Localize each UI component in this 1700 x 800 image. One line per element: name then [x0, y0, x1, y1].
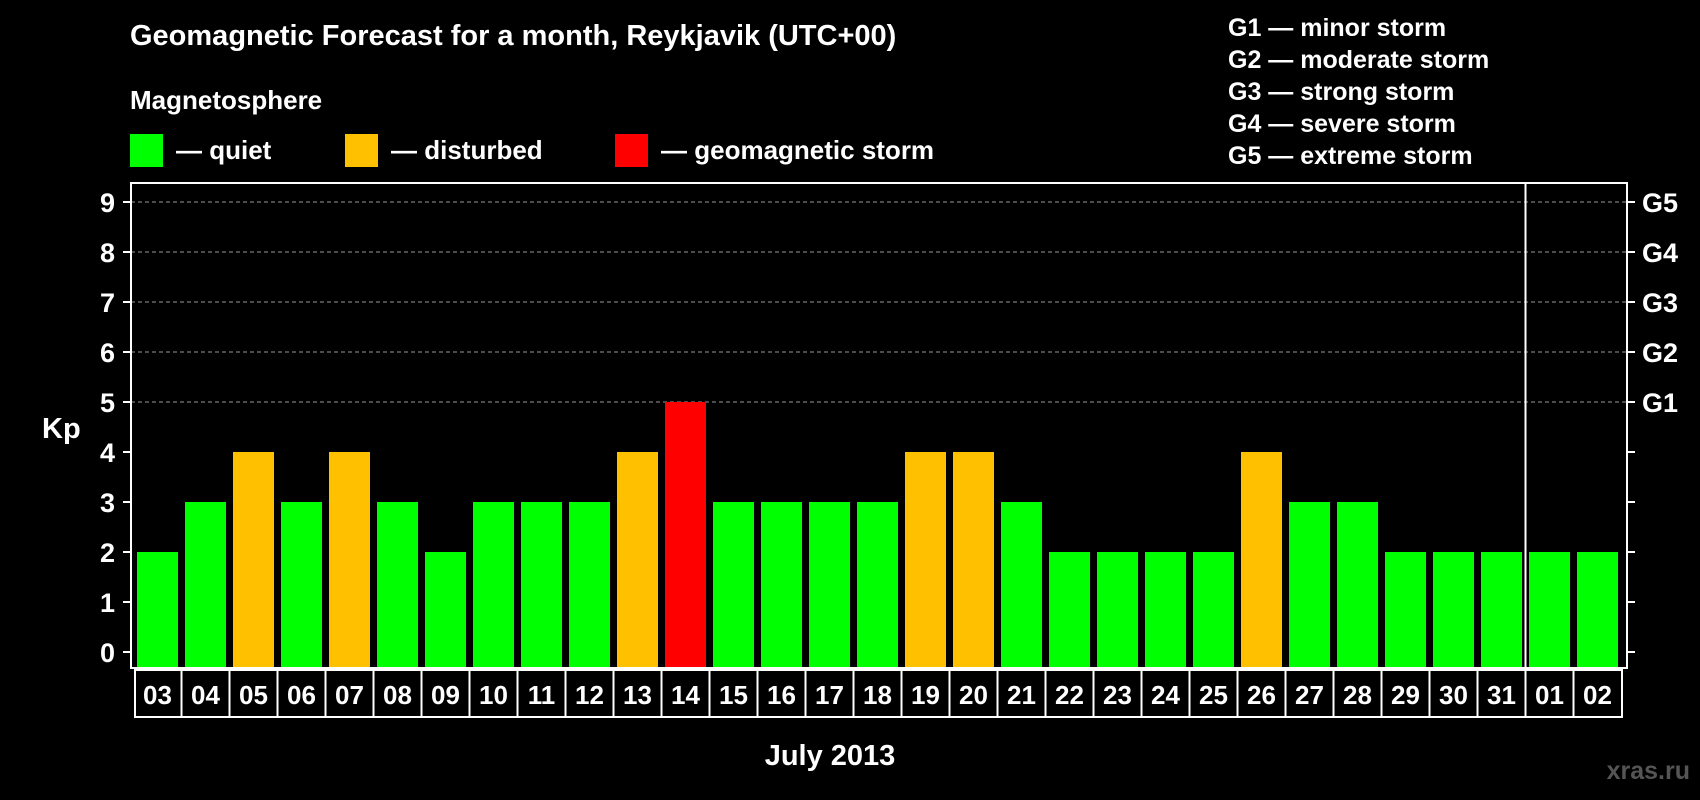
bar-30: [1433, 552, 1474, 668]
bar-12: [569, 502, 610, 668]
bar-23: [1097, 552, 1138, 668]
bar-02: [1577, 552, 1618, 668]
bar-16: [761, 502, 802, 668]
x-tick-label-13: 13: [623, 680, 652, 710]
x-tick-label-07: 07: [335, 680, 364, 710]
y-axis-label: Kp: [42, 413, 81, 445]
bar-28: [1337, 502, 1378, 668]
bar-19: [905, 452, 946, 668]
x-tick-label-14: 14: [671, 680, 700, 710]
x-tick-label-21: 21: [1007, 680, 1036, 710]
right-axis-label-G5: G5: [1642, 188, 1678, 218]
bar-24: [1145, 552, 1186, 668]
bar-25: [1193, 552, 1234, 668]
x-tick-label-04: 04: [191, 680, 220, 710]
y-tick-label-5: 5: [100, 388, 115, 418]
x-tick-label-11: 11: [528, 680, 556, 710]
bar-17: [809, 502, 850, 668]
y-tick-label-0: 0: [100, 638, 115, 668]
x-tick-label-23: 23: [1103, 680, 1132, 710]
x-tick-label-29: 29: [1391, 680, 1420, 710]
watermark: xras.ru: [1606, 757, 1690, 785]
right-axis-label-G4: G4: [1642, 238, 1678, 268]
x-tick-label-02: 02: [1583, 680, 1612, 710]
bar-22: [1049, 552, 1090, 668]
bar-31: [1481, 552, 1522, 668]
bar-04: [185, 502, 226, 668]
right-axis-label-G1: G1: [1642, 388, 1678, 418]
bar-01: [1529, 552, 1570, 668]
bar-06: [281, 502, 322, 668]
bar-14: [665, 402, 706, 668]
x-tick-label-25: 25: [1199, 680, 1228, 710]
bar-07: [329, 452, 370, 668]
x-tick-label-28: 28: [1343, 680, 1372, 710]
bar-21: [1001, 502, 1042, 668]
bar-03: [137, 552, 178, 668]
x-tick-label-10: 10: [479, 680, 508, 710]
x-tick-label-05: 05: [239, 680, 268, 710]
bar-26: [1241, 452, 1282, 668]
bar-20: [953, 452, 994, 668]
x-tick-label-18: 18: [863, 680, 892, 710]
bar-08: [377, 502, 418, 668]
bar-18: [857, 502, 898, 668]
x-tick-label-09: 09: [431, 680, 460, 710]
bar-15: [713, 502, 754, 668]
y-tick-label-3: 3: [100, 488, 115, 518]
x-tick-label-31: 31: [1487, 680, 1516, 710]
x-tick-label-20: 20: [959, 680, 988, 710]
x-tick-label-19: 19: [911, 680, 940, 710]
x-tick-label-30: 30: [1439, 680, 1468, 710]
x-tick-label-15: 15: [719, 680, 748, 710]
bar-05: [233, 452, 274, 668]
x-tick-label-24: 24: [1151, 680, 1180, 710]
x-tick-label-06: 06: [287, 680, 316, 710]
x-tick-label-01: 01: [1535, 680, 1564, 710]
y-tick-label-1: 1: [100, 588, 115, 618]
bar-29: [1385, 552, 1426, 668]
bar-27: [1289, 502, 1330, 668]
y-tick-label-6: 6: [100, 338, 115, 368]
x-tick-label-17: 17: [815, 680, 844, 710]
right-axis-label-G3: G3: [1642, 288, 1678, 318]
bar-09: [425, 552, 466, 668]
x-tick-label-12: 12: [575, 680, 604, 710]
x-tick-label-03: 03: [143, 680, 172, 710]
y-tick-label-7: 7: [100, 288, 115, 318]
y-tick-label-4: 4: [100, 438, 115, 468]
x-tick-label-16: 16: [767, 680, 796, 710]
x-axis-label: July 2013: [765, 740, 896, 772]
right-axis-label-G2: G2: [1642, 338, 1678, 368]
x-tick-label-26: 26: [1247, 680, 1276, 710]
kp-bar-chart: 0123456789G1G2G3G4G5Kp03 04 05 06 07 08 09 10 11…: [42, 182, 1678, 772]
y-tick-label-2: 2: [100, 538, 115, 568]
y-tick-label-9: 9: [100, 188, 115, 218]
y-tick-label-8: 8: [100, 238, 115, 268]
bar-10: [473, 502, 514, 668]
x-tick-label-27: 27: [1295, 680, 1324, 710]
x-tick-label-08: 08: [383, 680, 412, 710]
bar-11: [521, 502, 562, 668]
bar-13: [617, 452, 658, 668]
x-tick-label-22: 22: [1055, 680, 1084, 710]
